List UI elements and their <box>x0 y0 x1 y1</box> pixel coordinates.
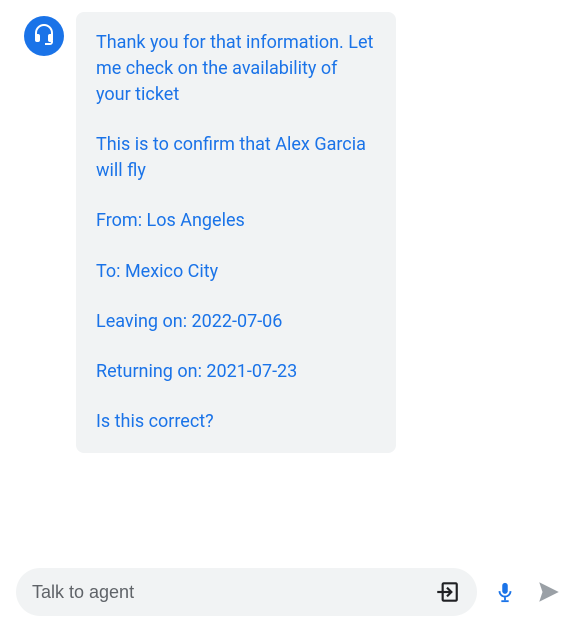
submit-icon[interactable] <box>433 578 461 606</box>
input-bar <box>12 568 569 616</box>
agent-avatar <box>24 16 64 56</box>
input-field-container <box>16 568 477 616</box>
mic-icon[interactable] <box>489 576 521 608</box>
send-icon[interactable] <box>533 576 565 608</box>
message-confirm: This is to confirm that Alex Garcia will… <box>96 132 376 184</box>
message-question: Is this correct? <box>96 409 376 435</box>
message-leaving: Leaving on: 2022-07-06 <box>96 309 376 335</box>
agent-message-bubble: Thank you for that information. Let me c… <box>76 12 396 453</box>
chat-input[interactable] <box>32 582 423 603</box>
message-to: To: Mexico City <box>96 259 376 285</box>
message-returning: Returning on: 2021-07-23 <box>96 359 376 385</box>
message-intro: Thank you for that information. Let me c… <box>96 30 376 108</box>
message-from: From: Los Angeles <box>96 208 376 234</box>
chat-area: Thank you for that information. Let me c… <box>12 12 569 556</box>
headset-icon <box>32 22 56 50</box>
